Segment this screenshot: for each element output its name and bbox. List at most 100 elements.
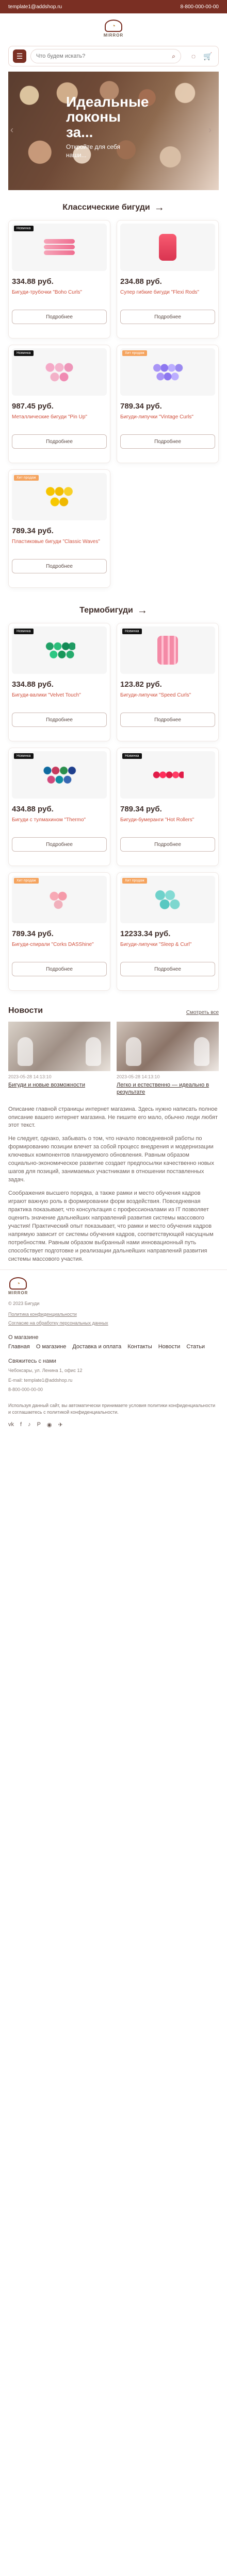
footer-nav-item[interactable]: Доставка и оплата [72,1344,121,1350]
purple-rollers-set-icon [151,362,184,382]
vk-icon[interactable]: vk [8,1421,14,1428]
cart-icon[interactable]: 🛒 [202,50,214,62]
footer-address: Чебоксары, ул. Ленина 1, офис 12 [8,1368,83,1374]
details-button[interactable]: Подробнее [120,837,215,852]
footer-note: Используя данный сайт, вы автоматически … [8,1403,216,1415]
user-icon[interactable]: ◌ [187,50,200,62]
product-price: 789.34 руб. [120,805,162,814]
product-image[interactable]: Хит продаж [120,348,215,396]
product-name[interactable]: Металлические бигуди "Pin Up" [12,414,107,428]
telegram-icon[interactable]: ✈ [58,1421,63,1428]
product-card[interactable]: Новинка 123.82 руб. Бигуди-липучки "Spee… [117,623,219,741]
product-card[interactable]: Хит продаж 789.34 руб. Пластиковые бигуд… [8,469,110,588]
site-logo[interactable]: ◔ MIRROR [104,20,123,38]
facebook-icon[interactable]: f [20,1421,22,1428]
product-image[interactable]: Новинка [12,224,107,271]
search-icon[interactable]: ⌕ [172,53,175,60]
product-name[interactable]: Бигуди-трубочки "Boho Curls" [12,289,107,303]
see-all-link[interactable]: Смотреть все [186,1010,219,1015]
chat-icon[interactable]: ◉ [47,1421,52,1428]
footer-legal-links: Политика конфиденциальности Согласие на … [8,1311,219,1326]
news-image[interactable] [117,1022,219,1071]
product-name[interactable]: Бигуди-валики "Velvet Touch" [12,692,107,706]
news-date: 2023-05-28 14:13:10 [117,1074,160,1079]
product-name[interactable]: Бигуди-липучки "Sleep & Curl" [120,941,215,956]
hero-prev-icon[interactable]: ‹ [10,125,19,136]
product-name[interactable]: Бигуди-бумеранги "Hot Rollers" [120,817,215,831]
footer-nav-item[interactable]: Главная [8,1344,30,1350]
product-image[interactable]: Новинка [12,751,107,799]
hero-next-icon[interactable]: › [208,125,217,136]
details-button[interactable]: Подробнее [120,434,215,449]
privacy-link[interactable]: Политика конфиденциальности [8,1311,219,1318]
news-link[interactable]: Легко и естественно — идеально в результ… [117,1081,219,1096]
product-name[interactable]: Супер гибкие бигуди "Flexi Rods" [120,289,215,303]
product-name[interactable]: Бигуди-липучки "Vintage Curls" [120,414,215,428]
footer-logo[interactable]: ◔ MIRROR [8,1277,219,1295]
footer-nav-item[interactable]: Контакты [127,1344,152,1350]
news-card[interactable]: 2023-05-28 14:13:10 Легко и естественно … [117,1022,219,1096]
product-name[interactable]: Пластиковые бигуди "Classic Waves" [12,538,107,553]
product-name[interactable]: Бигуди с тулмахином "Thermo" [12,817,107,831]
consent-link[interactable]: Согласие на обработку персональных данны… [8,1320,219,1327]
product-card[interactable]: Хит продаж 789.34 руб. Бигуди-спирали "C… [8,872,110,991]
product-card[interactable]: Хит продаж 789.34 руб. Бигуди-липучки "V… [117,345,219,463]
footer-nav-item[interactable]: Статьи [186,1344,205,1350]
footer-about-label: О магазине [8,1334,39,1341]
hero-subtitle: Откройте для себя наши... [66,143,120,159]
product-image[interactable]: Новинка [12,626,107,674]
topbar-phone[interactable]: 8-800-000-00-00 [181,4,219,10]
search-input[interactable] [36,53,169,59]
details-button[interactable]: Подробнее [12,837,107,852]
hero-banner[interactable]: ‹ › Идеальные локоны за... Откройте для … [8,72,219,190]
details-button[interactable]: Подробнее [12,559,107,573]
product-name[interactable]: Бигуди-липучки "Speed Curls" [120,692,215,706]
logo-text: MIRROR [103,33,124,38]
product-card[interactable]: Новинка 789.34 руб. Бигуди-бумеранги "Ho… [117,748,219,866]
details-button[interactable]: Подробнее [12,962,107,976]
product-card[interactable]: Хит продаж 12233.34 руб. Бигуди-липучки … [117,872,219,991]
product-price: 789.34 руб. [12,527,54,535]
section-arrow-icon[interactable]: → [154,202,165,213]
product-card[interactable]: Новинка 434.88 руб. Бигуди с тулмахином … [8,748,110,866]
product-image[interactable]: Новинка [120,751,215,799]
product-badge: Хит продаж [122,878,147,884]
details-button[interactable]: Подробнее [12,434,107,449]
product-price: 12233.34 руб. [120,929,171,938]
product-card[interactable]: 234.88 руб. Супер гибкие бигуди "Flexi R… [117,220,219,338]
details-button[interactable]: Подробнее [120,962,215,976]
footer-nav-item[interactable]: О магазине [36,1344,66,1350]
details-button[interactable]: Подробнее [120,713,215,727]
product-image[interactable]: Хит продаж [120,876,215,923]
details-button[interactable]: Подробнее [12,713,107,727]
menu-button[interactable]: ☰ [13,49,26,63]
news-image[interactable] [8,1022,110,1071]
topbar-email[interactable]: template1@addshop.ru [8,4,62,10]
details-button[interactable]: Подробнее [120,310,215,324]
footer-contact-label: Свяжитесь с нами [8,1358,56,1365]
product-image[interactable]: Новинка [12,348,107,396]
footer-logo-block: ◔ MIRROR [8,1277,28,1295]
social-links: vk f ♪ P ◉ ✈ [8,1421,219,1428]
details-button[interactable]: Подробнее [12,310,107,324]
pink-rollers-set-icon [44,361,75,383]
product-image[interactable]: Хит продаж [12,473,107,520]
hero-overlay: Идеальные локоны за... Откройте для себя… [66,94,149,160]
product-card[interactable]: Новинка 334.88 руб. Бигуди-валики "Velve… [8,623,110,741]
product-badge: Хит продаж [14,475,39,481]
tiktok-icon[interactable]: ♪ [28,1421,31,1428]
news-card[interactable]: 2023-05-28 14:13:10 Бигуди и новые возмо… [8,1022,110,1096]
pinterest-icon[interactable]: P [37,1421,41,1428]
product-image[interactable]: Хит продаж [12,876,107,923]
footer-phone[interactable]: 8-800-000-00-00 [8,1386,219,1393]
product-card[interactable]: Новинка 987.45 руб. Металлические бигуди… [8,345,110,463]
product-badge: Новинка [14,350,34,356]
news-link[interactable]: Бигуди и новые возможности [8,1081,110,1089]
footer-email[interactable]: E-mail: template1@addshop.ru [8,1377,219,1384]
product-name[interactable]: Бигуди-спирали "Corks DASShine" [12,941,107,956]
product-card[interactable]: Новинка 334.88 руб. Бигуди-трубочки "Boh… [8,220,110,338]
product-image[interactable]: Новинка [120,626,215,674]
product-image[interactable] [120,224,215,271]
section-arrow-icon[interactable]: → [137,605,148,616]
footer-nav-item[interactable]: Новости [158,1344,181,1350]
